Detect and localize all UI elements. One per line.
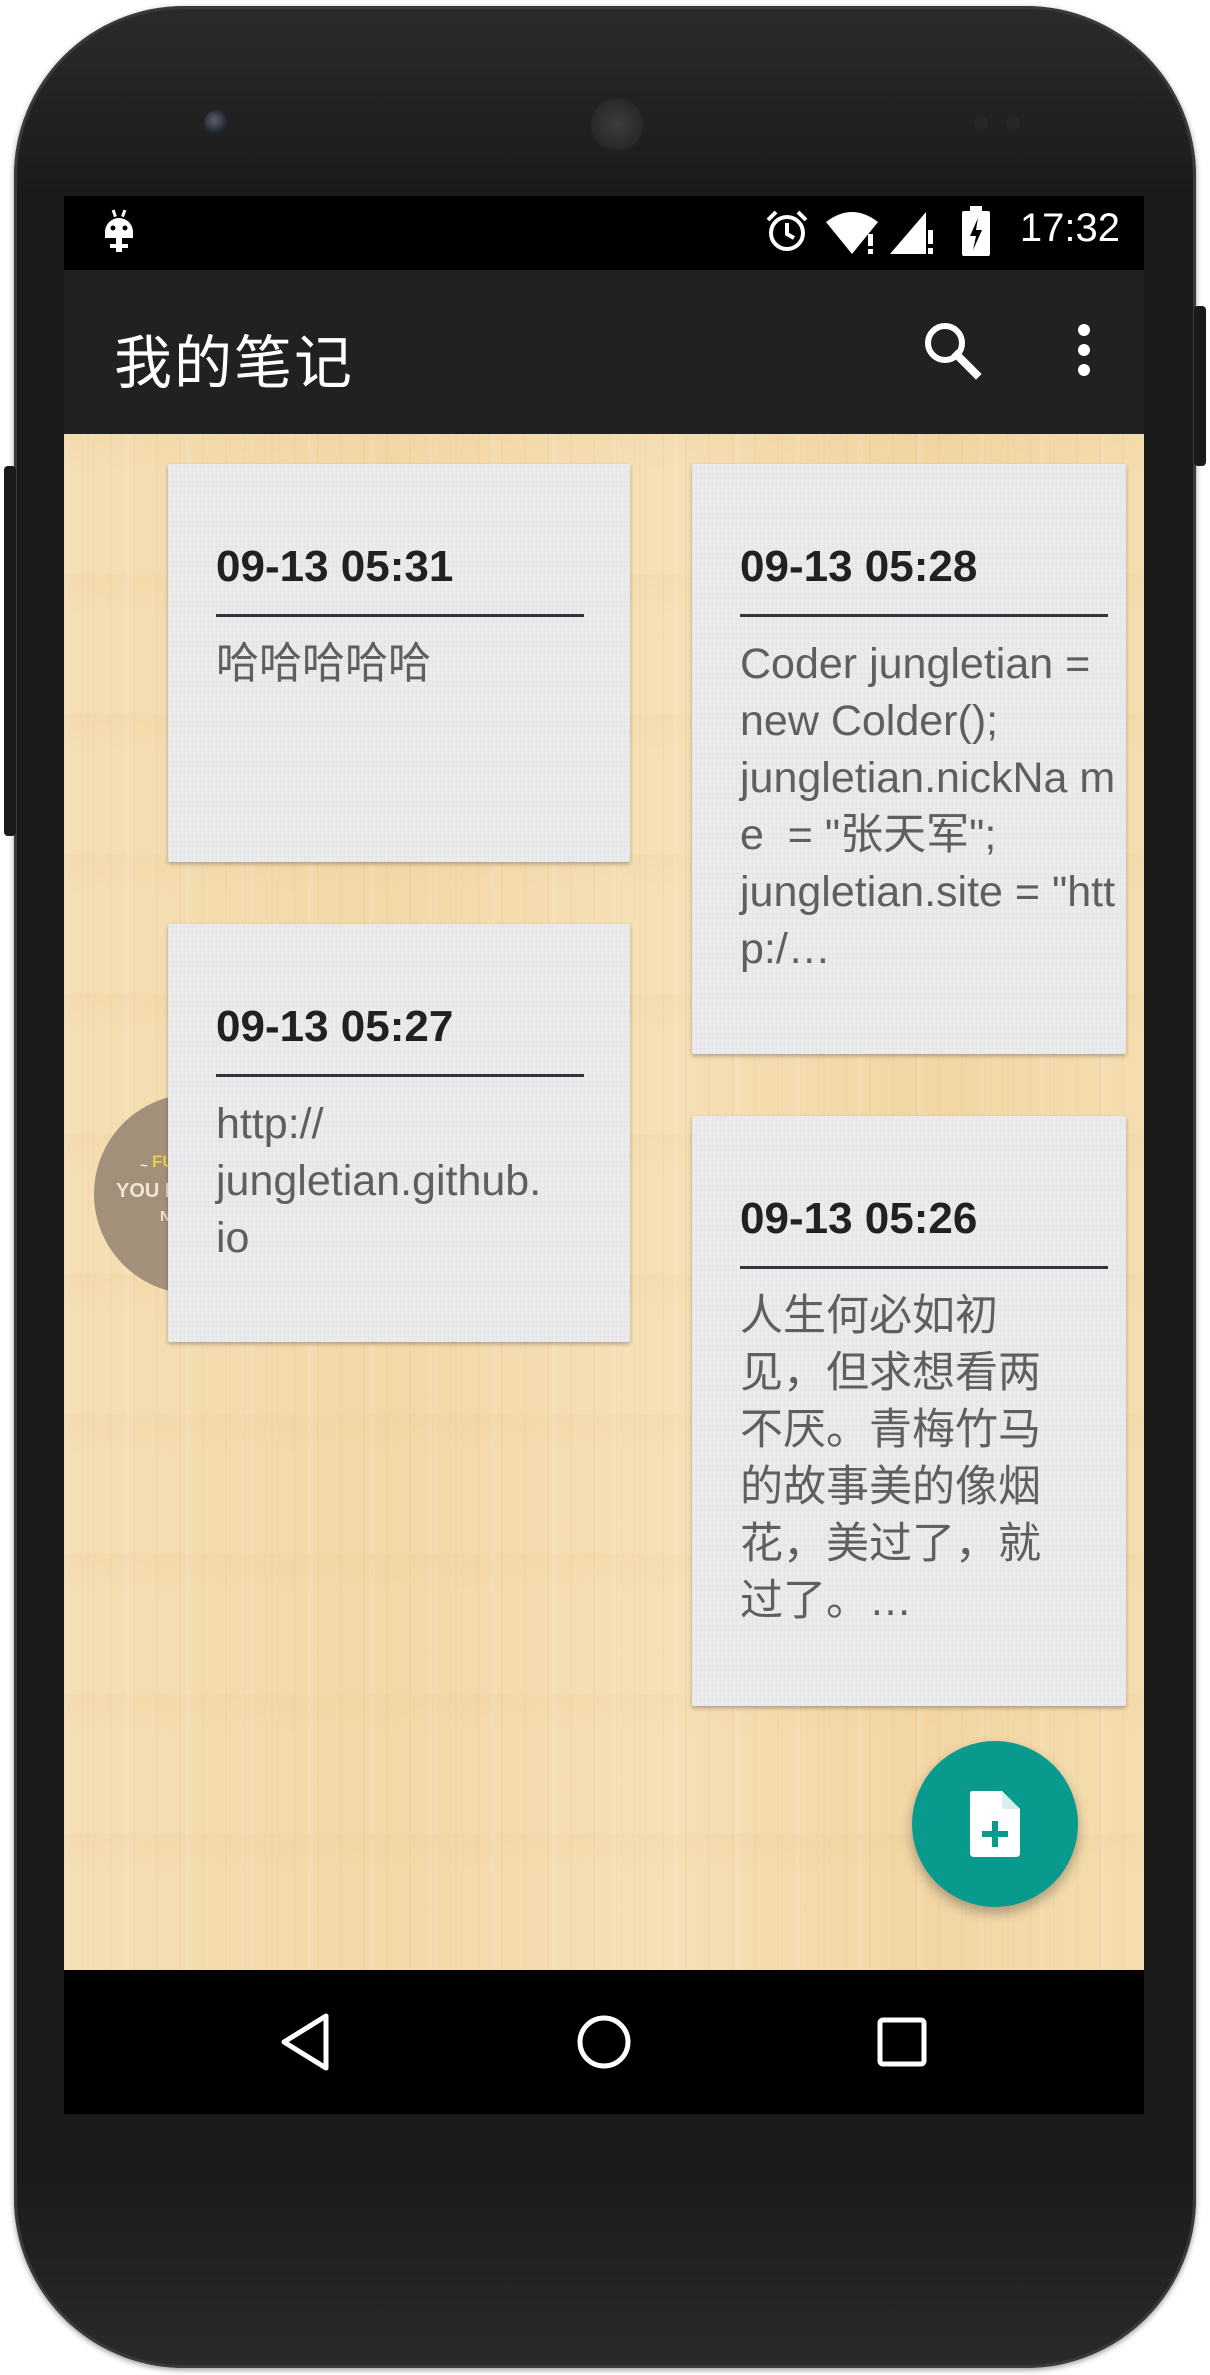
notes-grid: ~ FUTU YOU DO NOT 09-13 05:31 哈哈哈哈哈 09-1… — [64, 434, 1144, 1970]
page-title: 我的笔记 — [114, 329, 355, 397]
note-date: 09-13 05:26 — [740, 1194, 978, 1243]
status-bar: 17:32 — [64, 196, 1144, 270]
battery-charging-icon — [962, 206, 990, 256]
status-time: 17:32 — [1019, 206, 1120, 250]
signal-icon — [890, 212, 933, 254]
front-camera — [204, 110, 230, 136]
power-button — [1194, 306, 1206, 466]
note-divider — [216, 614, 584, 617]
note-add-icon — [970, 1791, 1020, 1857]
home-icon — [577, 2015, 631, 2069]
recents-icon — [877, 2017, 927, 2067]
back-icon — [281, 2013, 329, 2071]
note-card[interactable]: 09-13 05:26 人生何必如初见，但求想看两不厌。青梅竹马的故事美的像烟花… — [692, 1116, 1126, 1706]
navigation-bar — [64, 1970, 1144, 2114]
note-date: 09-13 05:28 — [740, 542, 978, 591]
note-divider — [740, 1266, 1108, 1269]
search-button[interactable] — [920, 318, 984, 382]
more-vert-icon — [1078, 324, 1090, 376]
note-body: http:// jungletian.github. io — [216, 1100, 542, 1262]
recents-button[interactable] — [870, 2010, 934, 2074]
screen: 17:32 我的笔记 ~ FUTU YOU DO NOT 09 — [64, 196, 1144, 2114]
search-icon — [925, 323, 982, 380]
note-card[interactable]: 09-13 05:28 Coder jungletian = new Colde… — [692, 464, 1126, 1054]
note-date: 09-13 05:31 — [216, 542, 454, 591]
volume-button — [4, 466, 16, 836]
note-card[interactable]: 09-13 05:31 哈哈哈哈哈 — [168, 464, 630, 862]
wifi-icon — [826, 212, 878, 254]
note-body: 人生何必如初见，但求想看两不厌。青梅竹马的故事美的像烟花，美过了，就过了。… — [740, 1292, 1041, 1625]
back-button[interactable] — [274, 2010, 338, 2074]
add-note-button[interactable] — [912, 1741, 1078, 1907]
note-card[interactable]: 09-13 05:27 http:// jungletian.github. i… — [168, 924, 630, 1342]
note-date: 09-13 05:27 — [216, 1002, 454, 1051]
note-divider — [216, 1074, 584, 1077]
app-bar: 我的笔记 — [64, 270, 1144, 434]
more-options-button[interactable] — [1064, 318, 1104, 382]
light-sensor — [1006, 116, 1020, 130]
home-button[interactable] — [572, 2010, 636, 2074]
note-body: 哈哈哈哈哈 — [216, 640, 431, 688]
alarm-icon — [766, 210, 808, 251]
android-debug-icon — [105, 209, 133, 252]
note-divider — [740, 614, 1108, 617]
note-body: Coder jungletian = new Colder(); junglet… — [740, 640, 1116, 973]
earpiece-speaker — [589, 96, 645, 152]
proximity-sensor — [974, 116, 988, 130]
